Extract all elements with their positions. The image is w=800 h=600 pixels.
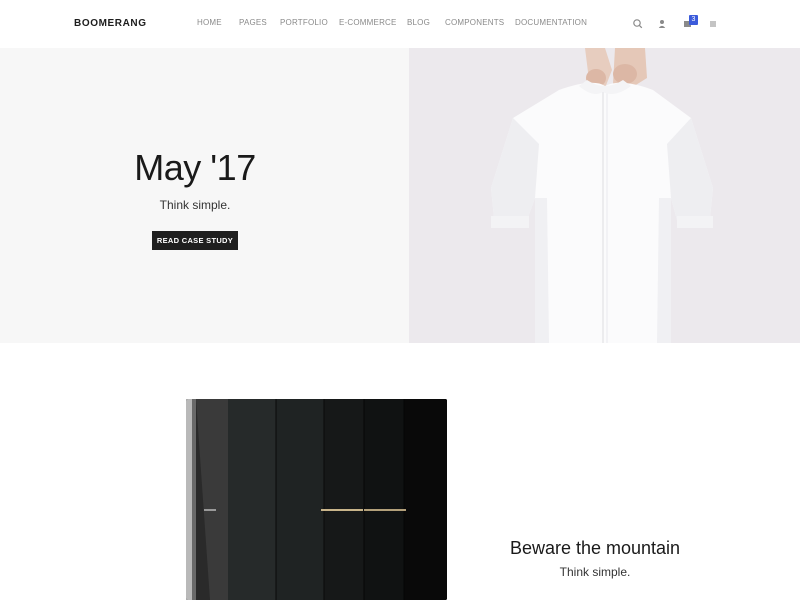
dark-interior-image (186, 399, 447, 600)
nav-item-documentation[interactable]: DOCUMENTATION (515, 18, 587, 27)
wardrobe-doors-image (186, 399, 447, 600)
hamburger-menu-icon[interactable] (706, 17, 720, 31)
hero-title: May '17 (134, 147, 256, 188)
hero-subtitle: Think simple. (159, 198, 231, 212)
feature-title: Beware the mountain (509, 538, 681, 558)
cart-count-badge: 3 (689, 15, 698, 25)
search-icon[interactable] (631, 17, 645, 31)
hero-panel (0, 48, 409, 343)
feature-subtitle: Think simple. (559, 565, 631, 579)
read-case-study-button[interactable]: READ CASE STUDY (152, 231, 238, 250)
top-navbar: BOOMERANG HOME PAGES PORTFOLIO E-COMMERC… (0, 0, 800, 48)
brand-logo[interactable]: BOOMERANG (74, 18, 147, 29)
hero-image (409, 48, 800, 343)
nav-item-pages[interactable]: PAGES (239, 18, 267, 27)
man-in-white-shirt-image (409, 48, 800, 343)
nav-item-ecommerce[interactable]: E-COMMERCE (339, 18, 397, 27)
user-icon[interactable] (655, 17, 669, 31)
nav-item-blog[interactable]: BLOG (407, 18, 430, 27)
nav-item-components[interactable]: COMPONENTS (445, 18, 504, 27)
nav-item-portfolio[interactable]: PORTFOLIO (280, 18, 328, 27)
nav-item-home[interactable]: HOME (197, 18, 222, 27)
